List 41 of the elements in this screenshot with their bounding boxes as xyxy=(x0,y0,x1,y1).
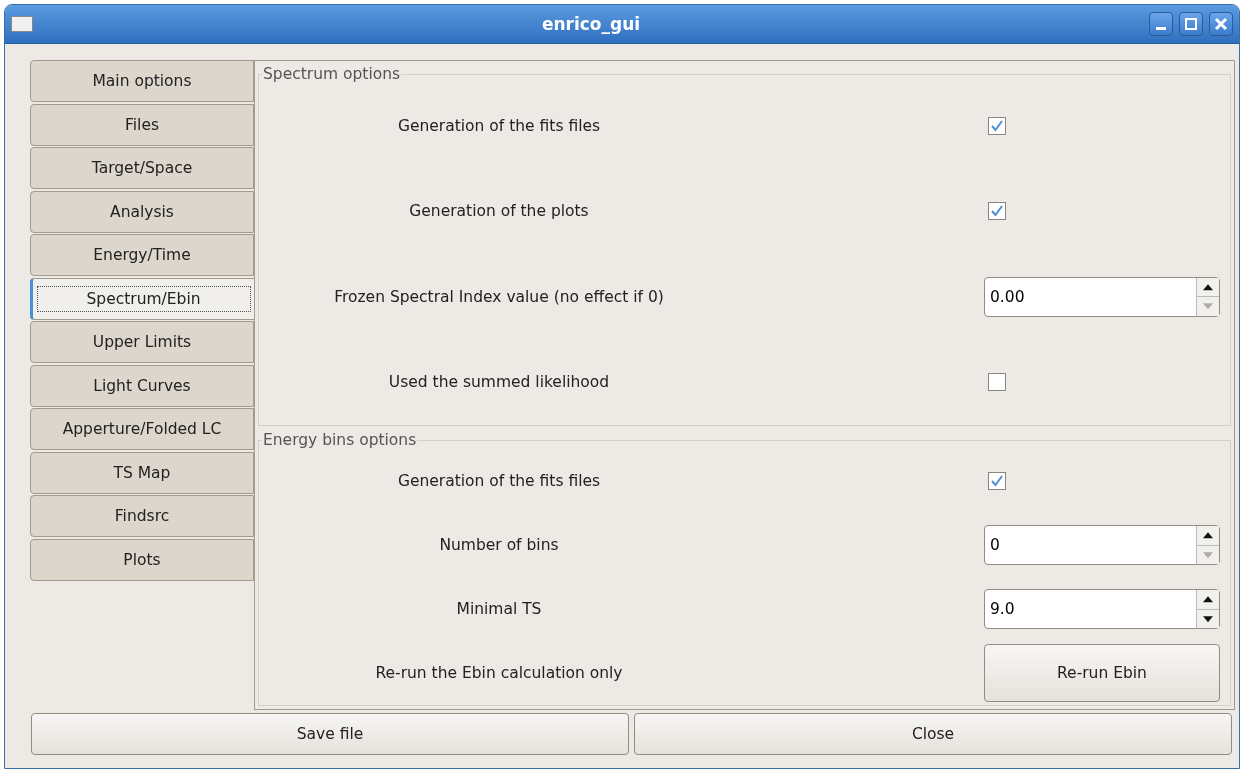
number-field[interactable]: 9.0 xyxy=(985,590,1196,628)
option-label: Generation of the fits files xyxy=(396,472,602,490)
close-icon xyxy=(1214,17,1228,31)
rerun-button[interactable]: Re-run Ebin xyxy=(984,644,1220,702)
tab[interactable]: Findsrc xyxy=(30,495,254,537)
checkbox[interactable] xyxy=(988,202,1006,221)
tab[interactable]: Files xyxy=(30,103,254,146)
option-label: Generation of the plots xyxy=(408,202,590,221)
maximize-button[interactable] xyxy=(1179,12,1203,36)
option-label: Generation of the fits files xyxy=(396,116,602,135)
option-label: Re-run the Ebin calculation only xyxy=(374,664,624,682)
checkbox[interactable] xyxy=(988,373,1006,392)
checkbox[interactable] xyxy=(988,472,1006,490)
spin-box[interactable]: 0 xyxy=(984,525,1220,565)
option-label: Number of bins xyxy=(438,536,560,554)
tab[interactable]: Spectrum/Ebin xyxy=(30,277,254,320)
option-label: Used the summed likelihood xyxy=(387,373,611,392)
dialog-button[interactable]: Close xyxy=(634,713,1232,755)
tab[interactable]: Target/Space xyxy=(30,147,254,189)
minimize-icon xyxy=(1156,26,1166,30)
tab[interactable]: TS Map xyxy=(30,451,254,494)
number-field[interactable]: 0 xyxy=(985,526,1196,564)
dialog-button[interactable]: Save file xyxy=(31,713,629,755)
maximize-icon xyxy=(1184,17,1198,31)
spin-box[interactable]: 9.0 xyxy=(984,589,1220,629)
option-label: Frozen Spectral Index value (no effect if 0) xyxy=(333,287,665,306)
tab[interactable]: Analysis xyxy=(30,190,254,233)
option-label: Minimal TS xyxy=(455,600,543,618)
tab[interactable]: Main options xyxy=(30,60,254,102)
group-title: Energy bins options xyxy=(262,431,418,449)
window-icon xyxy=(11,16,33,32)
minimize-button[interactable] xyxy=(1149,12,1173,36)
tab[interactable]: Apperture/Folded LC xyxy=(30,408,254,450)
group-title: Spectrum options xyxy=(262,65,402,83)
tab[interactable]: Plots xyxy=(30,538,254,581)
checkbox[interactable] xyxy=(988,116,1006,135)
tab[interactable]: Energy/Time xyxy=(30,234,254,276)
tab[interactable]: Upper Limits xyxy=(30,321,254,363)
tab[interactable]: Light Curves xyxy=(30,364,254,407)
window-title: enrico_gui xyxy=(540,14,642,34)
close-button[interactable] xyxy=(1209,12,1233,36)
